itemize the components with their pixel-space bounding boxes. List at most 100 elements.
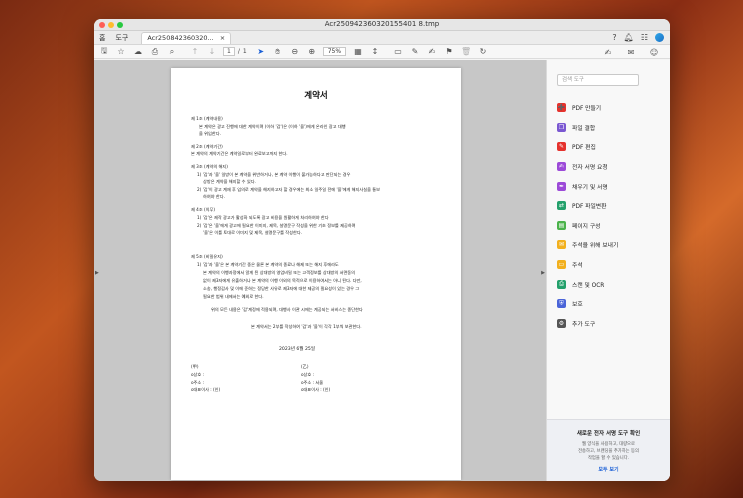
document-line: 1) '갑'과 '을' 일방이 본 계약을 위반하거나, 본 계약 이행이 불가… [197, 172, 351, 177]
left-panel-toggle-icon[interactable]: ▶ [95, 270, 99, 276]
more-tools-icon: ⚙ [557, 318, 566, 328]
document-line: 제 1조 (계약내용) [191, 116, 223, 121]
document-line: o대표이사 : (인) [191, 387, 221, 392]
sidebar-item-label: PDF 만들기 [572, 106, 602, 113]
promo-description-1: 웹 양식을 사용하고, 대량으로 [582, 442, 635, 447]
document-line: 2) '갑'이 광고 계재 후 임의로 계약을 해지하고자 할 경우에는 최소 … [197, 187, 380, 192]
highlight-pen-icon[interactable]: ✎ [409, 46, 421, 58]
page-number-input[interactable]: 1 [223, 47, 235, 56]
document-tab[interactable]: Acr250842360320... × [141, 31, 232, 44]
document-line: 제 3조 (계약의 해지) [191, 164, 228, 169]
export-pdf-icon: ⇄ [557, 201, 566, 211]
tools-menu: ➕ PDF 만들기 ❐ 파일 결합 ✎ PDF 편집 ✍ 전자 서명 요청 ✒ 채우기 및 서명 ⇄… [557, 98, 618, 333]
promo-see-all-link[interactable]: 모두 보기 [547, 466, 670, 473]
sidebar-item-label: 추가 도구 [572, 321, 596, 328]
document-line: 하여야 한다. [203, 194, 225, 199]
sidebar-item-label: 전자 서명 요청 [572, 165, 608, 172]
document-line: o대표이사 : (인) [301, 387, 331, 392]
document-tab-close-icon[interactable]: × [220, 34, 225, 42]
email-icon[interactable]: ✉ [625, 46, 637, 58]
sidebar-item-2[interactable]: ❐ 파일 결합 [557, 118, 618, 138]
stamp-icon[interactable]: ⚑ [443, 46, 455, 58]
promo-description-2: 전송하고, 브랜딩을 추가하는 등의 [578, 448, 639, 454]
request-esign-icon: ✍ [557, 162, 566, 172]
sidebar-item-4[interactable]: ✍ 전자 서명 요청 [557, 157, 618, 177]
page-down-icon[interactable]: ↓ [206, 46, 218, 58]
tab-home[interactable]: 홈 [94, 33, 110, 43]
hand-tool-icon[interactable]: ✋︎ [272, 46, 284, 58]
document-line: 없이 제3자에게 유출하거나 본 계약의 이행 이외의 목적으로 이용하여서는 … [203, 278, 362, 283]
select-cursor-icon[interactable]: ➤ [255, 46, 267, 58]
zoom-level-select[interactable]: 75% [322, 47, 347, 56]
signature-pen-icon[interactable]: ✍ [426, 46, 438, 58]
document-line: 을 위임한다. [199, 131, 221, 136]
sidebar-item-1[interactable]: ➕ PDF 만들기 [557, 98, 618, 118]
apps-grid-icon[interactable]: ☷ [641, 33, 648, 42]
create-pdf-icon: ➕ [557, 103, 566, 113]
sidebar-item-label: 주석을 위해 보내기 [572, 243, 619, 250]
print-icon[interactable]: ⎙ [149, 46, 161, 58]
sidebar-item-label: PDF 파일변환 [572, 204, 607, 211]
tab-bar: 홈 도구 Acr250842360320... × ? 🔔︎ ☷ [94, 31, 670, 45]
help-icon[interactable]: ? [612, 33, 616, 42]
sidebar-item-7[interactable]: ▤ 페이지 구성 [557, 216, 618, 236]
organize-pages-icon: ▤ [557, 220, 566, 230]
notification-bell-icon[interactable]: 🔔︎ [624, 33, 634, 42]
tab-tools[interactable]: 도구 [110, 33, 133, 43]
pdf-page: 계약서 제 1조 (계약내용) 본 계약은 광고 진행에 대한 계약이며 (이하 … [171, 68, 461, 480]
document-line: 본 계약의 이행과정에서 알게 된 상대방의 영업비밀 또는 고객정보를 상대방… [203, 270, 356, 275]
edit-sign-icon[interactable]: ✍ [602, 46, 614, 58]
rotate-icon[interactable]: ↻ [477, 46, 489, 58]
document-line: 본 계약서는 2부를 작성하여 '갑'과 '을'이 각각 1부씩 보관한다. [251, 324, 362, 329]
tool-search-input[interactable]: 검색 도구 [557, 74, 639, 86]
document-line: o주소 : 서울 [301, 380, 324, 385]
upload-cloud-icon[interactable]: ☁ [132, 46, 144, 58]
esign-promo-panel: 새로운 전자 서명 도구 확인 웹 양식을 사용하고, 대량으로 전송하고, 브… [547, 419, 670, 481]
account-icon[interactable]: ☺ [648, 46, 660, 58]
bookmark-star-icon[interactable]: ☆ [115, 46, 127, 58]
page-total: 1 [242, 48, 247, 55]
sidebar-item-12[interactable]: ⚙ 추가 도구 [557, 314, 618, 334]
delete-icon[interactable]: 🗑︎ [460, 46, 472, 58]
sidebar-item-10[interactable]: ⎙ 스캔 및 OCR [557, 274, 618, 294]
scan-ocr-icon: ⎙ [557, 279, 566, 289]
avatar[interactable] [655, 33, 664, 42]
send-comments-icon: ✉ [557, 240, 566, 250]
zoom-out-icon[interactable]: ⊖ [289, 46, 301, 58]
protect-icon: ⛨ [557, 299, 566, 309]
sidebar-item-label: 채우기 및 서명 [572, 184, 608, 191]
find-zoom-icon[interactable]: ⌕ [166, 46, 178, 58]
sidebar-item-3[interactable]: ✎ PDF 편집 [557, 137, 618, 157]
comment-icon: ▭ [557, 260, 566, 270]
document-line: 상방은 계약을 해지할 수 있다. [203, 179, 256, 184]
right-panel-toggle-icon[interactable]: ▶ [541, 270, 545, 276]
document-line: o상호 : [301, 372, 315, 377]
sidebar-item-label: 보호 [572, 302, 583, 309]
app-window: Acr250942360320155401 8.tmp 홈 도구 Acr2508… [94, 19, 670, 481]
sidebar-item-label: 페이지 구성 [572, 223, 601, 230]
sidebar-item-label: 스캔 및 OCR [572, 282, 605, 289]
sidebar-item-5[interactable]: ✒ 채우기 및 서명 [557, 176, 618, 196]
page-indicator: 1 / 1 [223, 47, 247, 56]
document-viewer[interactable]: ▶ ▶ 계약서 제 1조 (계약내용) 본 계약은 광고 진행에 대한 계약이며 … [94, 60, 546, 481]
sidebar-item-8[interactable]: ✉ 주석을 위해 보내기 [557, 235, 618, 255]
fit-page-icon[interactable]: ▦ [352, 46, 364, 58]
document-line: 1) '갑'과 '을'은 본 계약기간 중은 물론 본 계약의 종료나 해제 또… [197, 262, 339, 267]
scroll-mode-icon[interactable]: ↕ [369, 46, 381, 58]
comment-icon[interactable]: ▭ [392, 46, 404, 58]
promo-title: 새로운 전자 서명 도구 확인 [576, 431, 641, 437]
save-icon[interactable]: 🖫︎ [98, 46, 110, 58]
document-line: (甲) [191, 364, 199, 369]
sidebar-item-9[interactable]: ▭ 주석 [557, 255, 618, 275]
sidebar-item-6[interactable]: ⇄ PDF 파일변환 [557, 196, 618, 216]
page-up-icon[interactable]: ↑ [189, 46, 201, 58]
sidebar-item-11[interactable]: ⛨ 보호 [557, 294, 618, 314]
document-line: '을'은 이를 토대로 이미지 및 제목, 설명문구를 작성한다. [203, 230, 303, 235]
promo-description-3: 작업을 할 수 있습니다. [587, 455, 630, 461]
document-title: 계약서 [304, 91, 328, 101]
zoom-in-icon[interactable]: ⊕ [306, 46, 318, 58]
window-title: Acr250942360320155401 8.tmp [324, 20, 440, 28]
document-line: 1) '갑'은 제작 광고가 활성화 되도록 광고 비용을 원활하게 처리하여야… [197, 215, 329, 220]
page-separator: / [237, 48, 240, 55]
document-line: 필요한 범위 내에서는 예외로 한다. [203, 294, 264, 299]
